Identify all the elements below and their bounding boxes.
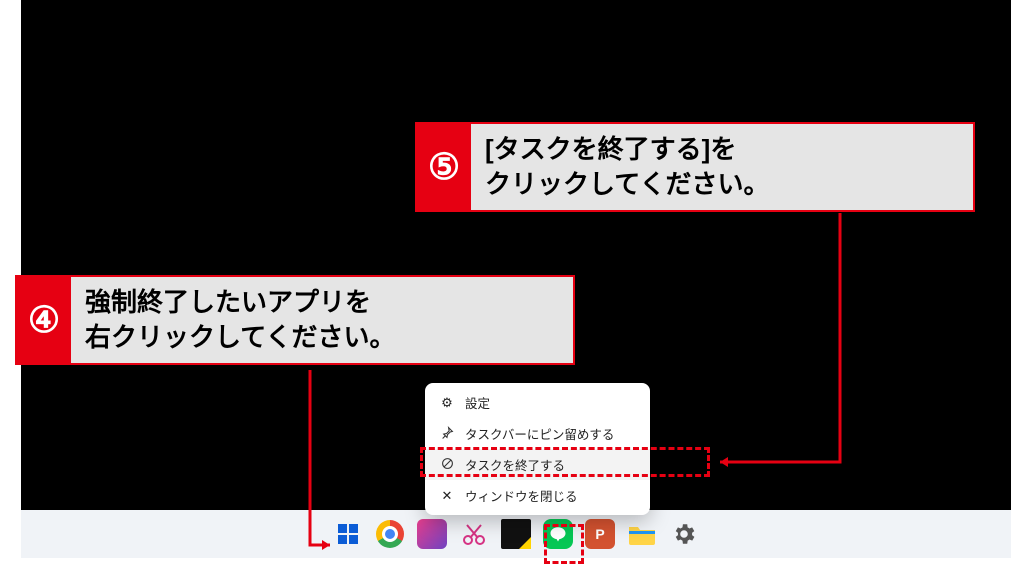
menu-item-pin[interactable]: タスクバーにピン留めする — [425, 418, 650, 449]
gear-icon: ⚙ — [439, 395, 455, 411]
callout-text: 強制終了したいアプリを 右クリックしてください。 — [71, 277, 409, 363]
menu-item-label: タスクを終了する — [465, 455, 565, 474]
callout-badge: ⑤ — [417, 124, 471, 210]
callout-text: [タスクを終了する]を クリックしてください。 — [471, 124, 783, 210]
app-icon-dark[interactable] — [501, 519, 531, 549]
menu-item-label: ウィンドウを閉じる — [465, 486, 578, 505]
taskbar-context-menu: ⚙ 設定 タスクバーにピン留めする タスクを終了する ✕ ウィンドウを閉じる — [425, 383, 650, 515]
chrome-icon[interactable] — [375, 519, 405, 549]
menu-item-end-task[interactable]: タスクを終了する — [425, 449, 650, 480]
pin-icon — [439, 426, 455, 442]
close-icon: ✕ — [439, 488, 455, 504]
menu-item-label: タスクバーにピン留めする — [465, 424, 614, 443]
snipping-tool-icon[interactable] — [459, 519, 489, 549]
start-icon[interactable] — [333, 519, 363, 549]
callout-step-5: ⑤ [タスクを終了する]を クリックしてください。 — [415, 122, 975, 212]
settings-icon[interactable] — [669, 519, 699, 549]
prohibit-icon — [439, 457, 455, 473]
line-icon[interactable] — [543, 519, 573, 549]
menu-item-close-window[interactable]: ✕ ウィンドウを閉じる — [425, 480, 650, 511]
explorer-icon[interactable] — [627, 519, 657, 549]
taskbar: P — [21, 510, 1011, 558]
powerpoint-icon[interactable]: P — [585, 519, 615, 549]
menu-item-settings[interactable]: ⚙ 設定 — [425, 387, 650, 418]
callout-step-4: ④ 強制終了したいアプリを 右クリックしてください。 — [15, 275, 575, 365]
tutorial-stage: P ⚙ 設定 タスクバーにピン留めする タスクを終了する ✕ ウィンドウを閉じ — [0, 0, 1024, 576]
app-icon-purple[interactable] — [417, 519, 447, 549]
menu-item-label: 設定 — [465, 393, 490, 412]
callout-badge: ④ — [17, 277, 71, 363]
